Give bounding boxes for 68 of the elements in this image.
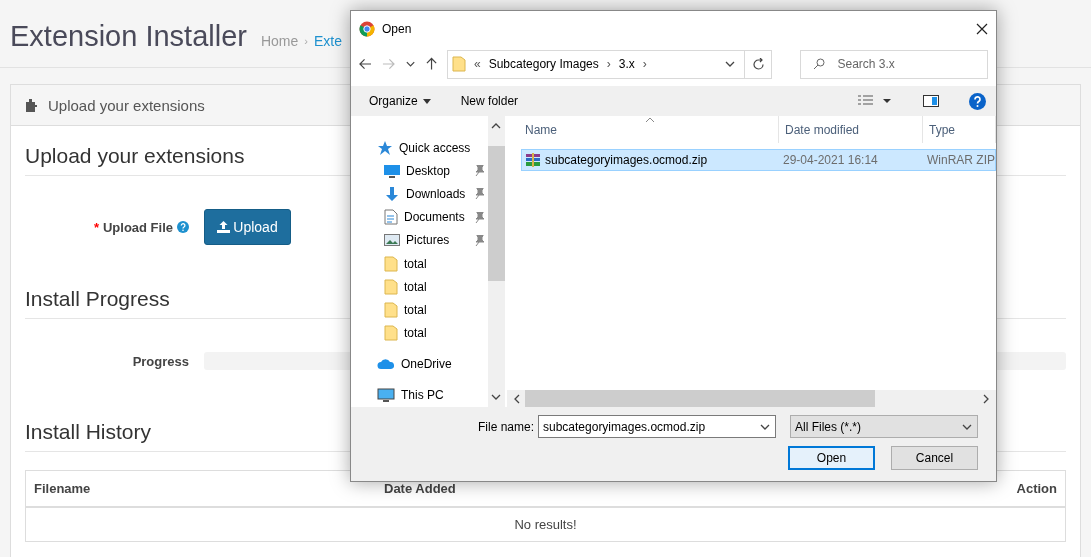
archive-icon xyxy=(525,152,541,168)
required-mark: * xyxy=(93,219,99,235)
field-label: Progress xyxy=(132,353,189,369)
search-field[interactable]: Search 3.x xyxy=(800,49,988,79)
path-segment[interactable]: Subcategory Images xyxy=(488,57,599,71)
refresh-button[interactable] xyxy=(743,49,773,79)
column-header: Filename xyxy=(33,481,92,496)
panel-heading: Upload your extensions xyxy=(48,96,205,114)
horizontal-scrollbar[interactable] xyxy=(507,390,996,407)
file-row[interactable]: subcategoryimages.ocmod.zip 29-04-2021 16:14 WinRAR ZIP xyxy=(521,149,996,171)
navigation-item[interactable]: total xyxy=(351,321,488,345)
refresh-icon xyxy=(751,57,765,71)
column-header: Action xyxy=(1015,481,1058,496)
cloud-icon xyxy=(377,358,395,371)
file-type-dropdown[interactable]: All Files (*.*) xyxy=(790,415,978,438)
star-icon xyxy=(377,139,393,156)
scroll-thumb[interactable] xyxy=(488,146,505,281)
breadcrumb-separator: › xyxy=(304,35,308,47)
path-separator: › xyxy=(606,57,611,71)
address-bar[interactable]: « Subcategory Images › 3.x › xyxy=(447,49,745,79)
page-title: Extension Installer xyxy=(10,20,247,53)
dialog-button[interactable]: Cancel xyxy=(891,446,978,470)
column-header[interactable]: Name xyxy=(507,116,779,143)
browser-logo-icon xyxy=(359,20,375,37)
navigation-item[interactable]: Pictures xyxy=(351,228,488,252)
close-icon[interactable] xyxy=(976,22,988,35)
document-icon xyxy=(384,209,398,226)
puzzle-icon xyxy=(26,98,40,112)
dropdown-caret-icon xyxy=(422,98,431,104)
up-arrow-icon[interactable] xyxy=(425,57,437,71)
down-arrow-icon xyxy=(384,185,400,202)
dialog-button[interactable]: Open xyxy=(788,446,875,470)
upload-button[interactable]: Upload xyxy=(204,209,291,245)
file-name-field[interactable]: subcategoryimages.ocmod.zip xyxy=(538,415,776,438)
picture-icon xyxy=(384,233,400,248)
empty-message: No results! xyxy=(514,517,577,532)
navigation-item[interactable]: OneDrive xyxy=(351,352,488,376)
folder-icon xyxy=(384,325,398,342)
folder-icon xyxy=(384,278,398,295)
navigation-item[interactable]: total xyxy=(351,298,488,322)
folder-icon xyxy=(384,255,398,272)
search-icon xyxy=(813,58,826,70)
dialog-title: Open xyxy=(382,21,413,36)
field-label: Upload File xyxy=(102,219,173,235)
toolbar-button[interactable]: Organize xyxy=(369,94,431,108)
path-separator: « xyxy=(474,57,481,71)
preview-pane-icon[interactable] xyxy=(923,95,939,107)
column-header: Date Added xyxy=(383,481,457,496)
navigation-item[interactable]: total xyxy=(351,275,488,299)
path-separator: › xyxy=(642,57,647,71)
monitor-icon xyxy=(384,163,400,178)
computer-icon xyxy=(377,388,395,403)
navigation-item[interactable]: Documents xyxy=(351,205,488,229)
toolbar-button[interactable]: New folder xyxy=(460,94,519,108)
view-options-icon[interactable] xyxy=(857,95,893,107)
folder-icon xyxy=(452,56,466,72)
upload-icon xyxy=(217,221,231,233)
navigation-item[interactable]: Downloads xyxy=(351,182,488,206)
folder-icon xyxy=(384,301,398,318)
field-label: File name: xyxy=(477,419,534,434)
back-arrow-icon[interactable] xyxy=(359,58,372,70)
sort-caret-icon xyxy=(645,117,655,123)
column-header[interactable]: Type xyxy=(923,116,996,143)
path-segment[interactable]: 3.x xyxy=(618,57,635,71)
help-icon[interactable] xyxy=(177,221,189,233)
column-header[interactable]: Date modified xyxy=(779,116,923,143)
navigation-item[interactable]: Quick access xyxy=(351,136,488,160)
help-icon[interactable] xyxy=(969,92,986,110)
